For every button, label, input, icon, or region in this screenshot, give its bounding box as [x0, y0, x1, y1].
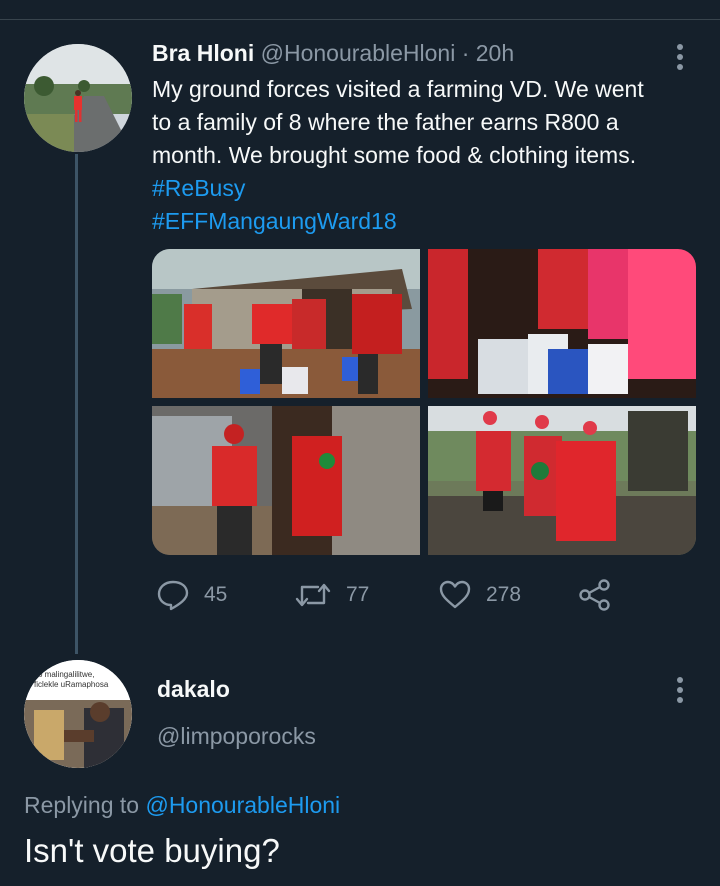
share-button[interactable]: [578, 577, 626, 613]
thread-connector-line: [75, 154, 78, 654]
media-photo-4[interactable]: [428, 406, 696, 555]
hashtag-link[interactable]: #ReBusy: [152, 172, 702, 205]
avatar-caption: so malingalilitwe, ficlekle uRamaphosa: [34, 670, 126, 690]
retweet-count: 77: [346, 583, 370, 606]
photo-icon: [152, 249, 420, 398]
reply-icon: [157, 580, 189, 611]
like-count: 278: [486, 583, 522, 606]
reply-author-name[interactable]: dakalo: [157, 676, 230, 703]
replying-to-line: Replying to @HonourableHloni: [24, 792, 340, 819]
replying-prefix: Replying to: [24, 792, 140, 818]
tweet-header: Bra Hloni @HonourableHloni · 20h: [152, 40, 514, 67]
tweet-text-line: My ground forces visited a farming VD. W…: [152, 76, 644, 102]
tweet-text-line: month. We brought some food & clothing i…: [152, 142, 637, 168]
avatar-caption-line: so malingalilitwe,: [34, 670, 95, 679]
avatar-photo: [24, 44, 132, 152]
reply-more-options-icon[interactable]: [676, 677, 684, 707]
photo-icon: [428, 406, 696, 555]
media-photo-3[interactable]: [152, 406, 420, 555]
avatar-caption-line: ficlekle uRamaphosa: [34, 680, 109, 689]
more-options-icon[interactable]: [676, 44, 684, 74]
reply-author-handle[interactable]: @limpoporocks: [157, 723, 316, 750]
media-photo-2[interactable]: [428, 249, 696, 398]
top-divider: [0, 19, 720, 20]
media-photo-1[interactable]: [152, 249, 420, 398]
like-button[interactable]: 278: [438, 577, 521, 613]
share-icon: [579, 579, 610, 611]
replying-to-mention[interactable]: @HonourableHloni: [145, 792, 340, 818]
retweet-button[interactable]: 77: [294, 577, 369, 613]
reply-button[interactable]: 45: [156, 577, 227, 613]
tweet-timestamp[interactable]: 20h: [476, 40, 514, 66]
hashtag-link[interactable]: #EFFMangaungWard18: [152, 205, 702, 238]
heart-icon: [439, 580, 471, 609]
separator-dot: ·: [461, 40, 470, 66]
author-avatar[interactable]: [24, 44, 132, 152]
photo-icon: [152, 406, 420, 555]
author-handle[interactable]: @HonourableHloni: [261, 40, 456, 66]
reply-text: Isn't vote buying?: [24, 832, 280, 869]
reply-author-avatar[interactable]: so malingalilitwe, ficlekle uRamaphosa: [24, 660, 132, 768]
author-name[interactable]: Bra Hloni: [152, 40, 254, 66]
tweet-body: My ground forces visited a farming VD. W…: [152, 73, 702, 238]
media-grid: [152, 249, 696, 555]
retweet-icon: [295, 583, 331, 607]
reply-count: 45: [204, 583, 228, 606]
photo-icon: [428, 249, 696, 398]
tweet-text-line: to a family of 8 where the father earns …: [152, 109, 619, 135]
